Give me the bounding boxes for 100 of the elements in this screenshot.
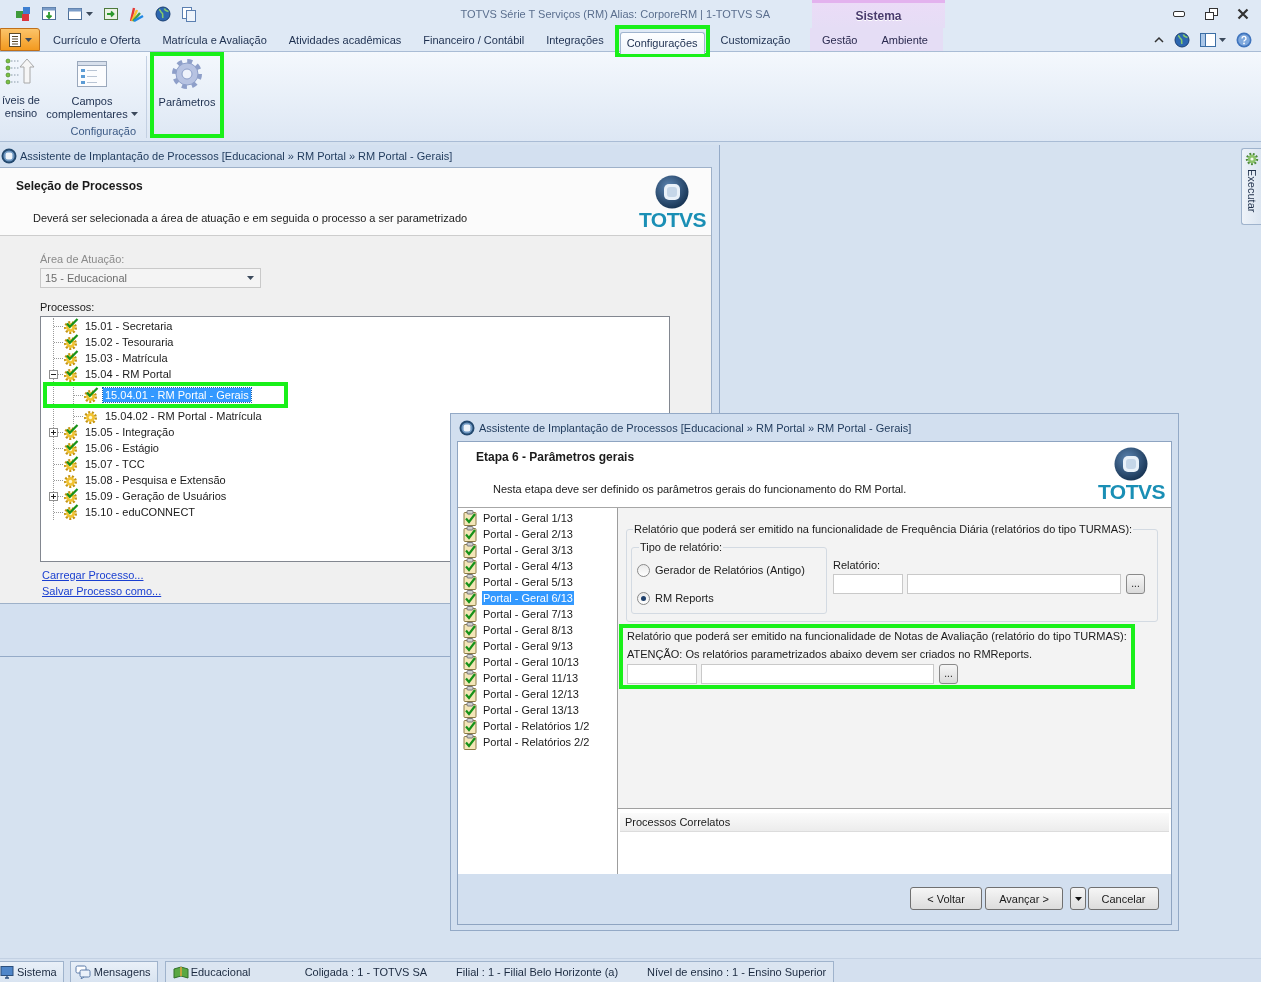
step-item[interactable]: Portal - Geral 5/13 xyxy=(482,575,574,589)
ribbon-tab[interactable]: Matrícula e Avaliação xyxy=(151,30,278,51)
browse-button[interactable]: ... xyxy=(939,664,958,684)
input-field[interactable] xyxy=(907,574,1121,594)
dialog-button[interactable]: Avançar > xyxy=(985,887,1063,910)
tree-item[interactable]: 15.10 - eduCONNECT xyxy=(83,505,198,519)
step-item[interactable]: Portal - Geral 12/13 xyxy=(482,687,580,701)
step-item[interactable]: Portal - Relatórios 2/2 xyxy=(482,735,591,749)
ribbon-tab[interactable]: Ambiente xyxy=(869,30,940,51)
caret-icon[interactable] xyxy=(1219,37,1226,42)
section-heading: Etapa 6 - Parâmetros gerais xyxy=(475,449,636,464)
globe-icon[interactable] xyxy=(1174,31,1190,48)
window-icon[interactable] xyxy=(67,6,83,22)
step-item[interactable]: Portal - Geral 3/13 xyxy=(482,543,574,557)
radio-label: RM Reports xyxy=(655,592,714,604)
clipboard-check-icon xyxy=(463,606,477,622)
side-tab[interactable]: Executar xyxy=(1241,148,1261,225)
input-field[interactable] xyxy=(627,664,697,684)
field-label: Relatório: xyxy=(833,558,882,572)
clipboard-check-icon xyxy=(463,670,477,686)
window-title: Assistente de Implantação de Processos [Educacional » RM Portal » RM Portal - Gerais] xyxy=(479,421,912,434)
clipboard-check-icon xyxy=(463,542,477,558)
ribbon-tab[interactable]: Atividades acadêmicas xyxy=(277,30,413,51)
clipboard-check-icon xyxy=(463,702,477,718)
pages-icon[interactable] xyxy=(181,6,197,22)
tree-item[interactable]: 15.09 - Geração de Usuários xyxy=(83,489,229,503)
plus-box-icon[interactable] xyxy=(49,427,58,437)
warning-text: ATENÇÃO: Os relatórios parametrizados abaixo devem ser criados no RMReports. xyxy=(627,647,1034,662)
chevron-up-icon[interactable] xyxy=(1154,36,1164,43)
clipboard-check-icon xyxy=(463,510,477,526)
minus-box-icon[interactable] xyxy=(49,369,58,379)
clipboard-check-icon xyxy=(463,574,477,590)
tree-item[interactable]: 15.04.02 - RM Portal - Matrícula xyxy=(103,409,264,423)
section-description: Deverá ser selecionada a área de atuação e em seguida o processo a ser parametrizado xyxy=(32,211,468,224)
dialog-button[interactable]: < Voltar xyxy=(910,887,982,910)
clipboard-check-icon xyxy=(463,654,477,670)
cubes-icon[interactable] xyxy=(15,6,31,22)
group-label: Relatório que poderá ser emitido na funcionalidade de Frequência Diária (relatórios do tipo TURMAS): xyxy=(633,523,1134,536)
tree-item[interactable]: 15.04 - RM Portal xyxy=(83,367,174,381)
tree-item[interactable]: 15.03 - Matrícula xyxy=(83,351,170,365)
input-field[interactable] xyxy=(833,574,903,594)
circle-logo-icon xyxy=(655,175,690,209)
ribbon-button[interactable]: Campos complementares xyxy=(46,52,138,121)
step-item[interactable]: Portal - Geral 4/13 xyxy=(482,559,574,573)
dialog-button[interactable]: Cancelar xyxy=(1088,887,1159,910)
layout-icon[interactable] xyxy=(1200,32,1216,47)
tree-item[interactable]: 15.01 - Secretaria xyxy=(83,319,175,333)
app-menu-button[interactable] xyxy=(0,28,40,51)
document-icon xyxy=(8,31,22,48)
ribbon-tab[interactable]: Currículo e Oferta xyxy=(42,30,152,51)
tree-item[interactable]: 15.05 - Integração xyxy=(83,425,177,439)
ribbon-tab[interactable]: Customização xyxy=(709,30,802,51)
step-item[interactable]: Portal - Geral 11/13 xyxy=(482,671,580,685)
browse-button[interactable]: ... xyxy=(1126,574,1145,594)
link[interactable]: Salvar Processo como... xyxy=(42,584,162,598)
chat-icon xyxy=(74,965,91,979)
dropdown-button[interactable] xyxy=(1070,887,1086,910)
plus-box-icon[interactable] xyxy=(49,491,58,501)
radio-button[interactable] xyxy=(637,563,650,577)
tree-item[interactable]: 15.02 - Tesouraria xyxy=(83,335,176,349)
field-label: Área de Atuação: xyxy=(40,252,126,266)
panel-header: Processos Correlatos xyxy=(620,813,1169,832)
status-tab[interactable]: Mensagens xyxy=(69,961,158,982)
list-arrow-icon xyxy=(5,56,37,88)
ribbon-button[interactable]: Parâmetros xyxy=(156,56,218,109)
caret-icon xyxy=(130,112,138,117)
ribbon-tab[interactable]: Financeiro / Contábil xyxy=(412,30,536,51)
palette-icon[interactable] xyxy=(129,6,145,22)
step-item[interactable]: Portal - Relatórios 1/2 xyxy=(482,719,591,733)
radio-button[interactable] xyxy=(637,591,650,605)
status-text: Coligada : 1 - TOTVS SA xyxy=(304,966,428,978)
step-item[interactable]: Portal - Geral 13/13 xyxy=(482,703,580,717)
tree-item[interactable]: 15.07 - TCC xyxy=(83,457,147,471)
section-description: Nesta etapa deve ser definido os parâmetros gerais do funcionamento do RM Portal. xyxy=(492,482,907,495)
link[interactable]: Carregar Processo... xyxy=(42,568,144,582)
step-item[interactable]: Portal - Geral 2/13 xyxy=(482,527,574,541)
ribbon-button[interactable]: íveis de ensino xyxy=(0,52,42,120)
step-item[interactable]: Portal - Geral 9/13 xyxy=(482,639,574,653)
caret-icon[interactable] xyxy=(86,12,93,16)
globe-icon[interactable] xyxy=(155,6,171,22)
step-item[interactable]: Portal - Geral 10/13 xyxy=(482,655,580,669)
tree-item[interactable]: 15.06 - Estágio xyxy=(83,441,161,455)
help-icon[interactable] xyxy=(1236,31,1252,48)
status-text: Educacional xyxy=(190,966,251,978)
input-field[interactable] xyxy=(701,664,934,684)
ribbon-tab[interactable]: Gestão xyxy=(810,30,870,51)
ribbon-tab[interactable]: Configurações xyxy=(619,32,705,54)
step-item[interactable]: Portal - Geral 8/13 xyxy=(482,623,574,637)
step-item[interactable]: Portal - Geral 7/13 xyxy=(482,607,574,621)
step-item[interactable]: Portal - Geral 1/13 xyxy=(482,511,574,525)
gear-icon xyxy=(171,58,203,90)
field-label: Processos: xyxy=(40,300,96,314)
ribbon-tab[interactable]: Integrações xyxy=(535,30,615,51)
window-download-icon[interactable] xyxy=(41,6,57,22)
disc-icon xyxy=(459,419,475,436)
window-title: Assistente de Implantação de Processos [Educacional » RM Portal » RM Portal - Gerais] xyxy=(20,150,453,162)
clipboard-check-icon xyxy=(463,622,477,638)
logo-text: TOTVS xyxy=(638,209,706,231)
status-tab[interactable]: Sistema xyxy=(0,961,64,982)
tree-item[interactable]: 15.08 - Pesquisa e Extensão xyxy=(83,473,228,487)
